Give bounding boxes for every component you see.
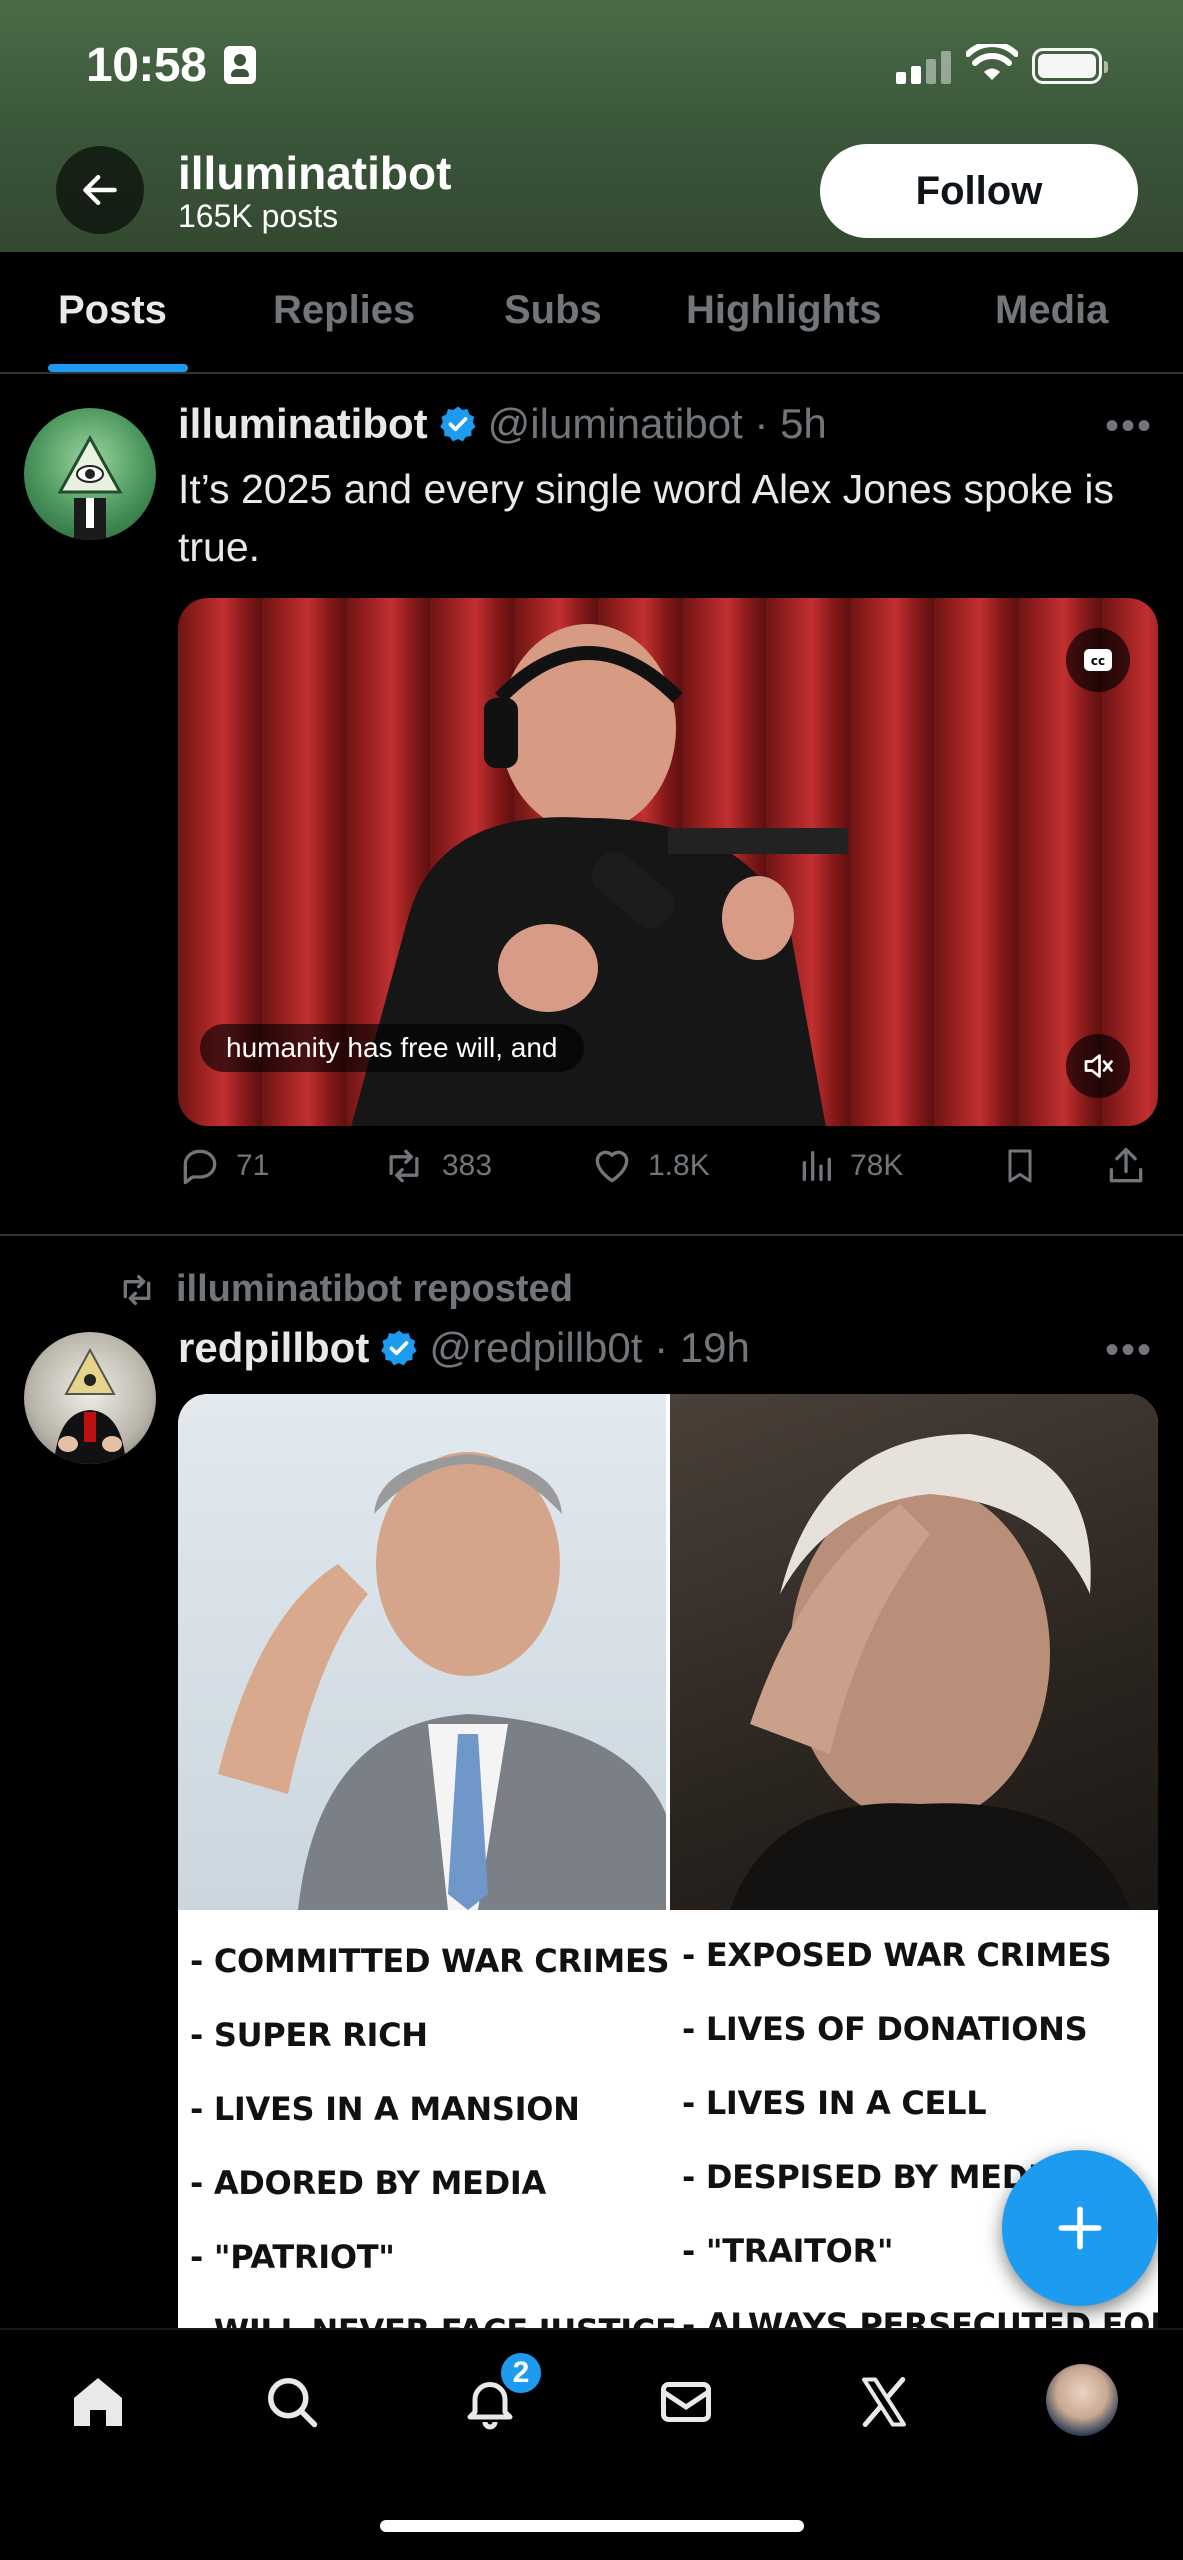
plus-icon xyxy=(1058,2206,1102,2250)
bookmark-icon xyxy=(1008,1149,1032,1183)
dot-separator: · xyxy=(742,400,781,447)
home-icon xyxy=(74,2378,122,2426)
views-button[interactable]: 78K xyxy=(796,1144,903,1188)
meme-text-line: - LIVES IN A CELL xyxy=(682,2084,987,2122)
post-author-name[interactable]: illuminatibot xyxy=(178,400,428,447)
reply-button[interactable]: 71 xyxy=(178,1144,269,1188)
nav-grok[interactable] xyxy=(844,2362,924,2442)
profile-tabs: Posts Replies Subs Highlights Media xyxy=(0,252,1183,374)
verified-badge-icon xyxy=(439,406,476,442)
cc-icon: cc xyxy=(1084,649,1112,671)
share-icon xyxy=(1109,1147,1143,1183)
meme-photo-right xyxy=(670,1394,1158,1910)
post-time[interactable]: 5h xyxy=(780,400,827,447)
video-player[interactable]: humanity has free will, and cc xyxy=(178,598,1158,1126)
repost-indicator: illuminatibot reposted xyxy=(116,1268,573,1311)
repost-icon xyxy=(389,1149,419,1183)
more-options-icon[interactable]: ••• xyxy=(1105,1328,1153,1373)
x-logo-icon xyxy=(862,2377,906,2427)
svg-text:cc: cc xyxy=(1091,654,1105,668)
status-time: 10:58 xyxy=(86,39,207,92)
share-button[interactable] xyxy=(1104,1144,1148,1188)
view-count: 78K xyxy=(850,1149,904,1182)
compose-post-button[interactable] xyxy=(1002,2150,1158,2306)
post-actions: 71 383 1.8K 78K xyxy=(178,1144,1158,1204)
tab-highlights[interactable]: Highlights xyxy=(686,288,882,333)
back-button[interactable] xyxy=(56,146,144,234)
meme-text-line: - LIVES OF DONATIONS xyxy=(682,2010,1088,2048)
meme-text-line: - SUPER RICH xyxy=(190,2016,428,2054)
post-image[interactable]: - COMMITTED WAR CRIMES - SUPER RICH - LI… xyxy=(178,1394,1158,2444)
follow-button[interactable]: Follow xyxy=(820,144,1138,238)
meme-photo-left xyxy=(178,1394,666,1910)
nav-messages[interactable] xyxy=(646,2362,726,2442)
post-divider xyxy=(0,1234,1183,1236)
meme-text-line: - LIVES IN A MANSION xyxy=(190,2090,580,2128)
nav-home[interactable] xyxy=(58,2362,138,2442)
meme-text-line: - DESPISED BY MEDIA xyxy=(682,2158,1065,2196)
avatar[interactable] xyxy=(1046,2364,1118,2436)
meme-text-line: - "TRAITOR" xyxy=(682,2232,894,2270)
repost-button[interactable]: 383 xyxy=(380,1144,492,1188)
cellular-signal-icon xyxy=(896,50,952,84)
views-chart-icon xyxy=(802,1151,831,1181)
meme-text-line: - COMMITTED WAR CRIMES xyxy=(190,1942,670,1980)
nav-search[interactable] xyxy=(252,2362,332,2442)
tab-posts[interactable]: Posts xyxy=(58,288,167,333)
tab-replies[interactable]: Replies xyxy=(273,288,415,333)
verified-badge-icon xyxy=(381,1330,417,1366)
meme-text-line: - ADORED BY MEDIA xyxy=(190,2164,546,2202)
post-author-handle[interactable]: @iluminatibot xyxy=(488,400,743,447)
repost-label[interactable]: illuminatibot reposted xyxy=(176,1268,573,1311)
avatar[interactable] xyxy=(24,408,156,540)
meme-text-line: - EXPOSED WAR CRIMES xyxy=(682,1936,1112,1974)
battery-icon xyxy=(1032,48,1108,84)
heart-icon xyxy=(595,1150,629,1183)
profile-name: illuminatibot xyxy=(178,147,452,199)
home-indicator xyxy=(380,2520,804,2532)
pyramid-eye-icon xyxy=(54,1347,126,1464)
more-options-icon[interactable]: ••• xyxy=(1105,404,1153,449)
search-icon xyxy=(268,2378,318,2428)
wifi-icon xyxy=(966,44,1018,80)
tab-media[interactable]: Media xyxy=(995,288,1108,333)
post-header: illuminatibot @iluminatibot · 5h xyxy=(178,400,827,448)
post-text: It’s 2025 and every single word Alex Jon… xyxy=(178,466,1114,570)
post-author-handle[interactable]: @redpillb0t xyxy=(429,1324,642,1371)
closed-captions-button[interactable]: cc xyxy=(1066,628,1130,692)
repost-icon xyxy=(123,1274,151,1305)
reply-count: 71 xyxy=(236,1149,270,1182)
contact-card-icon xyxy=(224,46,256,84)
saluting-man-photo xyxy=(218,1452,666,1910)
arrow-left-icon xyxy=(83,174,117,206)
avatar[interactable] xyxy=(24,1332,156,1464)
repost-count: 383 xyxy=(442,1149,493,1182)
post-author-name[interactable]: redpillbot xyxy=(178,1324,369,1371)
post-header: redpillbot @redpillb0t · 19h xyxy=(178,1324,750,1372)
speaker-muted-icon xyxy=(1084,1054,1113,1078)
saluting-man-photo xyxy=(730,1434,1130,1910)
notification-badge: 2 xyxy=(498,2350,544,2396)
like-count: 1.8K xyxy=(648,1149,710,1182)
post-count: 165K posts xyxy=(178,198,339,234)
illuminati-eye-icon xyxy=(57,434,123,540)
profile-header: 10:58 illuminatibot 165K posts Follow xyxy=(0,0,1183,252)
mute-button[interactable] xyxy=(1066,1034,1130,1098)
tab-subs[interactable]: Subs xyxy=(504,288,602,333)
post-time[interactable]: 19h xyxy=(680,1324,750,1371)
bookmark-button[interactable] xyxy=(1000,1144,1040,1188)
meme-text-line: - "PATRIOT" xyxy=(190,2238,395,2276)
reply-icon xyxy=(183,1149,217,1185)
active-tab-indicator xyxy=(48,364,188,372)
like-button[interactable]: 1.8K xyxy=(590,1144,710,1188)
dot-separator: · xyxy=(642,1324,680,1371)
mail-icon xyxy=(661,2382,711,2422)
video-caption: humanity has free will, and xyxy=(200,1024,584,1072)
